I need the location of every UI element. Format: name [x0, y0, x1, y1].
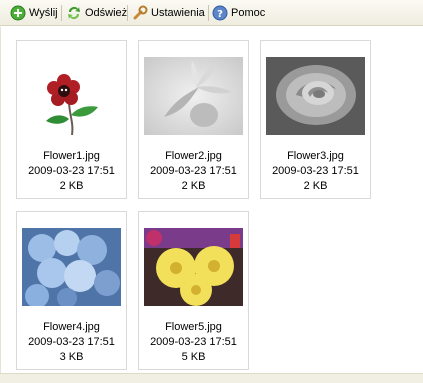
- flower-cartoon-image: [22, 57, 121, 135]
- help-label: Pomoc: [231, 7, 266, 19]
- file-size: 2 KB: [59, 180, 84, 192]
- file-date: 2009-03-23 17:51: [150, 165, 237, 177]
- flower-grayscale-image: [144, 57, 243, 135]
- file-info: Flower5.jpg 2009-03-23 17:51 5 KB: [139, 320, 248, 365]
- toolbar-separator: [208, 5, 209, 21]
- wrench-icon: [133, 5, 148, 20]
- file-thumbnail-flower4[interactable]: Flower4.jpg 2009-03-23 17:51 3 KB: [16, 211, 127, 370]
- file-date: 2009-03-23 17:51: [272, 165, 359, 177]
- settings-label: Ustawienia: [151, 7, 205, 19]
- file-size: 2 KB: [181, 180, 206, 192]
- help-button[interactable]: ? Pomoc: [212, 4, 265, 22]
- file-size: 3 KB: [59, 351, 84, 363]
- hydrangea-blue-image: [22, 228, 121, 306]
- file-name: Flower4.jpg: [43, 321, 100, 333]
- file-thumbnail-flower2[interactable]: Flower2.jpg 2009-03-23 17:51 2 KB: [138, 40, 249, 199]
- file-info: Flower3.jpg 2009-03-23 17:51 2 KB: [261, 149, 370, 194]
- file-info: Flower4.jpg 2009-03-23 17:51 3 KB: [17, 320, 126, 365]
- file-thumbnail-flower3[interactable]: Flower3.jpg 2009-03-23 17:51 2 KB: [260, 40, 371, 199]
- thumbnail-image: [144, 57, 243, 135]
- toolbar-separator: [127, 5, 128, 21]
- file-name: Flower2.jpg: [165, 150, 222, 162]
- send-button[interactable]: Wyślij: [10, 4, 58, 22]
- file-date: 2009-03-23 17:51: [28, 336, 115, 348]
- file-info: Flower1.jpg 2009-03-23 17:51 2 KB: [17, 149, 126, 194]
- file-thumbnail-flower5[interactable]: Flower5.jpg 2009-03-23 17:51 5 KB: [138, 211, 249, 370]
- refresh-button[interactable]: Odśwież: [66, 4, 127, 22]
- file-thumbnail-flower1[interactable]: Flower1.jpg 2009-03-23 17:51 2 KB: [16, 40, 127, 199]
- file-name: Flower3.jpg: [287, 150, 344, 162]
- status-strip: [0, 373, 423, 383]
- toolbar: Wyślij Odśwież Ustawienia ? Pomoc: [0, 0, 423, 26]
- thumbnail-image: [266, 57, 365, 135]
- file-date: 2009-03-23 17:51: [150, 336, 237, 348]
- file-date: 2009-03-23 17:51: [28, 165, 115, 177]
- help-icon: ?: [212, 5, 228, 21]
- file-name: Flower1.jpg: [43, 150, 100, 162]
- settings-button[interactable]: Ustawienia: [132, 4, 205, 22]
- refresh-icon: [68, 7, 80, 20]
- thumbnail-image: [22, 228, 121, 306]
- rose-grayscale-image: [266, 57, 365, 135]
- svg-text:?: ?: [217, 9, 223, 20]
- file-name: Flower5.jpg: [165, 321, 222, 333]
- file-size: 2 KB: [303, 180, 328, 192]
- thumbnail-image: [144, 228, 243, 306]
- file-size: 5 KB: [181, 351, 206, 363]
- toolbar-separator: [61, 5, 62, 21]
- file-info: Flower2.jpg 2009-03-23 17:51 2 KB: [139, 149, 248, 194]
- refresh-label: Odśwież: [85, 7, 128, 19]
- thumbnail-image: [22, 57, 121, 135]
- send-icon: [10, 5, 26, 21]
- yellow-daisies-image: [144, 228, 243, 306]
- send-label: Wyślij: [29, 7, 58, 19]
